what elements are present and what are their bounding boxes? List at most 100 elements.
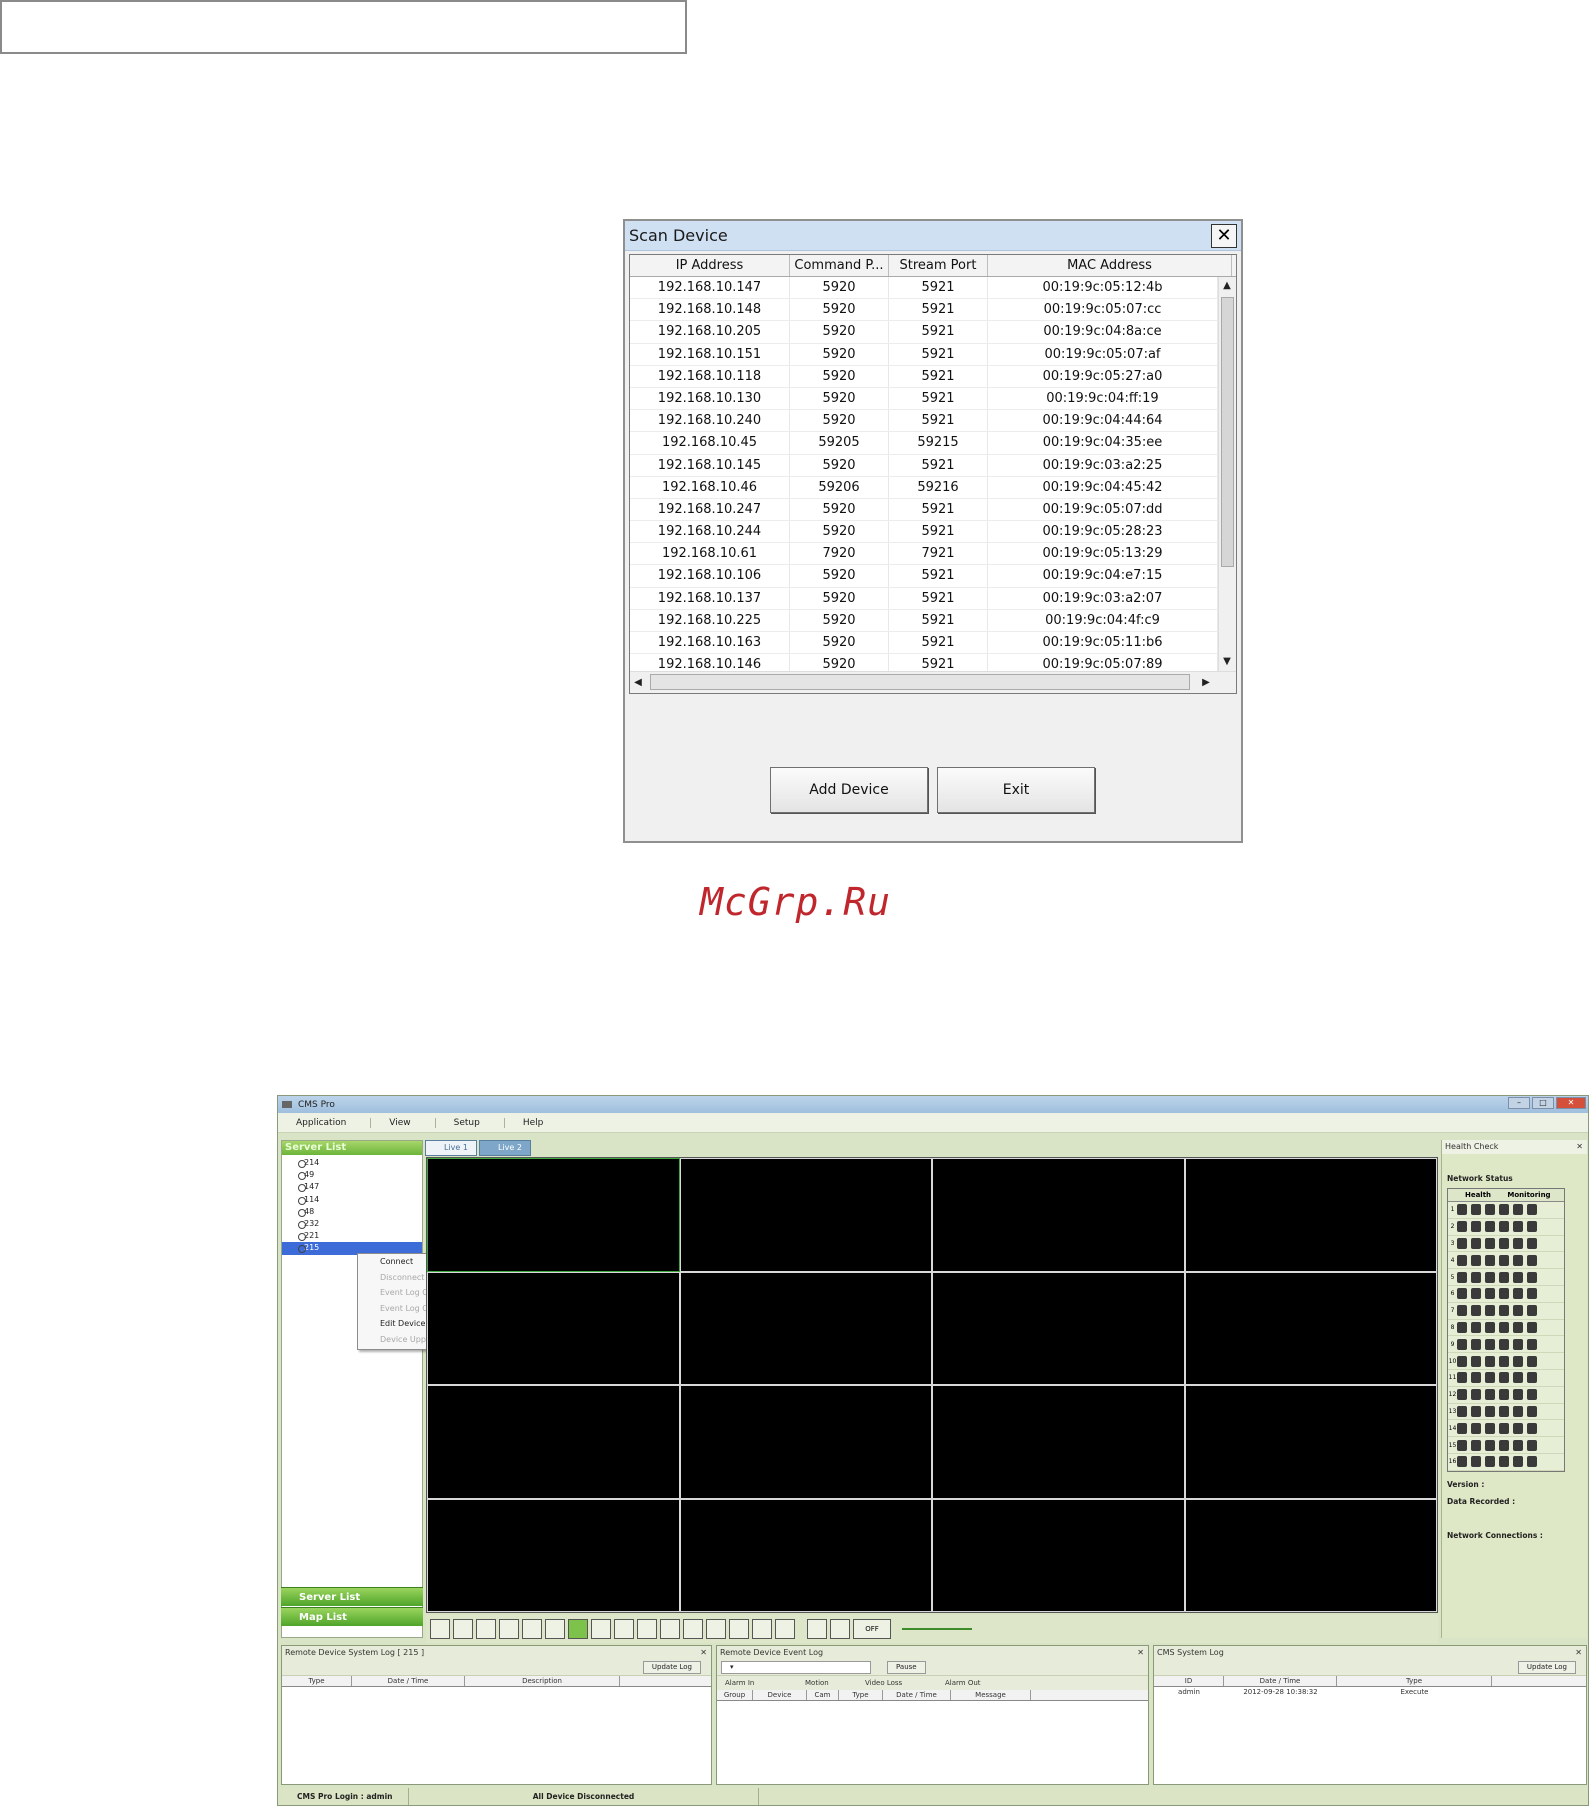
table-row[interactable]: 192.168.10.146 5920 5921 00:19:9c:05:07:89 <box>630 654 1218 671</box>
record-icon[interactable] <box>830 1619 850 1639</box>
video-cell[interactable] <box>679 1271 932 1385</box>
server-item[interactable]: 232 <box>282 1218 422 1230</box>
device-grid[interactable]: IP Address Command P... Stream Port MAC … <box>629 254 1237 694</box>
video-cell[interactable] <box>427 1498 680 1612</box>
table-row[interactable]: 192.168.10.151 5920 5921 00:19:9c:05:07:af <box>630 343 1218 366</box>
layout-button[interactable] <box>729 1619 749 1639</box>
layout-button[interactable] <box>752 1619 772 1639</box>
table-row[interactable]: 192.168.10.46 59206 59216 00:19:9c:04:45:42 <box>630 476 1218 499</box>
column-stream-port[interactable]: Stream Port <box>889 255 988 276</box>
hscroll-thumb[interactable] <box>650 674 1190 690</box>
table-row[interactable]: 192.168.10.130 5920 5921 00:19:9c:04:ff:19 <box>630 387 1218 411</box>
server-item[interactable]: 214 <box>282 1157 422 1169</box>
alarm-icon[interactable] <box>807 1619 827 1639</box>
table-row[interactable]: 192.168.10.137 5920 5921 00:19:9c:03:a2:07 <box>630 587 1218 610</box>
menu-view[interactable]: View <box>371 1117 436 1128</box>
menu-help[interactable]: Help <box>505 1118 568 1128</box>
window-close-icon[interactable]: ✕ <box>1556 1097 1586 1109</box>
layout-button[interactable] <box>775 1619 795 1639</box>
column-mac-address[interactable]: MAC Address <box>988 255 1232 276</box>
table-row[interactable]: admin 2012-09-28 10:38:32 Execute <box>1154 1687 1586 1698</box>
tab-live-2[interactable]: Live 2 <box>478 1140 531 1156</box>
layout-button[interactable] <box>430 1619 450 1639</box>
table-row[interactable]: 192.168.10.225 5920 5921 00:19:9c:04:4f:c9 <box>630 609 1218 632</box>
video-cell[interactable] <box>1184 1385 1437 1499</box>
layout-button[interactable] <box>637 1619 657 1639</box>
check-motion[interactable]: Motion <box>797 1679 857 1687</box>
tab-live-1[interactable]: Live 1 <box>425 1140 477 1156</box>
server-item[interactable]: 114 <box>282 1194 422 1206</box>
vertical-scrollbar[interactable]: ▲ ▼ <box>1218 277 1236 671</box>
menu-application[interactable]: Application <box>278 1117 372 1128</box>
table-row[interactable]: 192.168.10.163 5920 5921 00:19:9c:05:11:b6 <box>630 632 1218 655</box>
tab-server-list[interactable]: Server List <box>281 1587 423 1606</box>
video-cell[interactable] <box>679 1498 932 1612</box>
video-cell[interactable] <box>932 1385 1185 1499</box>
scroll-left-icon[interactable]: ◀ <box>630 674 646 692</box>
log2-pause-button[interactable]: Pause <box>887 1661 926 1674</box>
layout-button[interactable] <box>706 1619 726 1639</box>
server-item[interactable]: 49 <box>282 1169 422 1181</box>
layout-button[interactable] <box>522 1619 542 1639</box>
tab-map-list[interactable]: Map List <box>281 1607 423 1626</box>
menu-setup[interactable]: Setup <box>436 1117 505 1128</box>
table-row[interactable]: 192.168.10.106 5920 5921 00:19:9c:04:e7:15 <box>630 565 1218 588</box>
log2-device-select[interactable]: ▾ <box>721 1661 871 1674</box>
table-row[interactable]: 192.168.10.205 5920 5921 00:19:9c:04:8a:ce <box>630 321 1218 344</box>
table-row[interactable]: 192.168.10.247 5920 5921 00:19:9c:05:07:dd <box>630 498 1218 522</box>
video-cell[interactable] <box>1184 1271 1437 1385</box>
layout-button[interactable] <box>591 1619 611 1639</box>
check-video-loss[interactable]: Video Loss <box>857 1679 937 1687</box>
volume-slider[interactable] <box>902 1628 972 1630</box>
log1-close-icon[interactable]: ✕ <box>700 1646 707 1659</box>
video-grid[interactable] <box>426 1157 1438 1613</box>
table-row[interactable]: 192.168.10.145 5920 5921 00:19:9c:03:a2:25 <box>630 454 1218 477</box>
layout-button[interactable] <box>683 1619 703 1639</box>
layout-button[interactable] <box>476 1619 496 1639</box>
scroll-up-icon[interactable]: ▲ <box>1219 277 1235 295</box>
table-row[interactable]: 192.168.10.240 5920 5921 00:19:9c:04:44:64 <box>630 410 1218 433</box>
column-command-port[interactable]: Command P... <box>790 255 889 276</box>
video-cell[interactable] <box>1184 1158 1437 1272</box>
video-cell[interactable] <box>427 1385 680 1499</box>
close-icon[interactable]: ✕ <box>1211 223 1237 248</box>
layout-button[interactable] <box>545 1619 565 1639</box>
layout-button[interactable] <box>499 1619 519 1639</box>
table-row[interactable]: 192.168.10.45 59205 59215 00:19:9c:04:35:ee <box>630 432 1218 455</box>
layout-button[interactable] <box>660 1619 680 1639</box>
log2-close-icon[interactable]: ✕ <box>1137 1646 1144 1659</box>
log3-update-button[interactable]: Update Log <box>1517 1661 1576 1674</box>
video-cell[interactable] <box>932 1498 1185 1612</box>
add-device-button[interactable]: Add Device <box>770 767 928 813</box>
health-close-icon[interactable]: ✕ <box>1576 1140 1583 1154</box>
table-row[interactable]: 192.168.10.244 5920 5921 00:19:9c:05:28:23 <box>630 521 1218 544</box>
exit-button[interactable]: Exit <box>937 767 1095 813</box>
scroll-right-icon[interactable]: ▶ <box>1198 674 1214 692</box>
column-ip-address[interactable]: IP Address <box>630 255 790 276</box>
speaker-off-button[interactable]: OFF <box>853 1619 891 1639</box>
scroll-thumb[interactable] <box>1221 297 1234 567</box>
check-alarm-out[interactable]: Alarm Out <box>937 1679 1017 1687</box>
table-row[interactable]: 192.168.10.61 7920 7921 00:19:9c:05:13:29 <box>630 543 1218 566</box>
video-cell[interactable] <box>427 1271 680 1385</box>
server-item[interactable]: 48 <box>282 1206 422 1218</box>
video-cell[interactable] <box>427 1158 680 1272</box>
video-cell[interactable] <box>932 1158 1185 1272</box>
video-cell[interactable] <box>679 1385 932 1499</box>
server-item[interactable]: 147 <box>282 1181 422 1193</box>
scroll-down-icon[interactable]: ▼ <box>1219 653 1235 671</box>
table-row[interactable]: 192.168.10.147 5920 5921 00:19:9c:05:12:4b <box>630 277 1218 300</box>
log3-close-icon[interactable]: ✕ <box>1575 1646 1582 1659</box>
video-cell[interactable] <box>1184 1498 1437 1612</box>
table-row[interactable]: 192.168.10.118 5920 5921 00:19:9c:05:27:a0 <box>630 365 1218 388</box>
layout-button[interactable] <box>614 1619 634 1639</box>
video-cell[interactable] <box>932 1271 1185 1385</box>
log1-update-button[interactable]: Update Log <box>642 1661 701 1674</box>
table-row[interactable]: 192.168.10.148 5920 5921 00:19:9c:05:07:cc <box>630 299 1218 322</box>
maximize-icon[interactable]: □ <box>1532 1097 1554 1109</box>
server-item[interactable]: 221 <box>282 1230 422 1242</box>
check-alarm-in[interactable]: Alarm In <box>717 1679 797 1687</box>
layout-button[interactable] <box>568 1619 588 1639</box>
horizontal-scrollbar[interactable]: ◀ ▶ <box>630 671 1236 693</box>
minimize-icon[interactable]: – <box>1508 1097 1530 1109</box>
